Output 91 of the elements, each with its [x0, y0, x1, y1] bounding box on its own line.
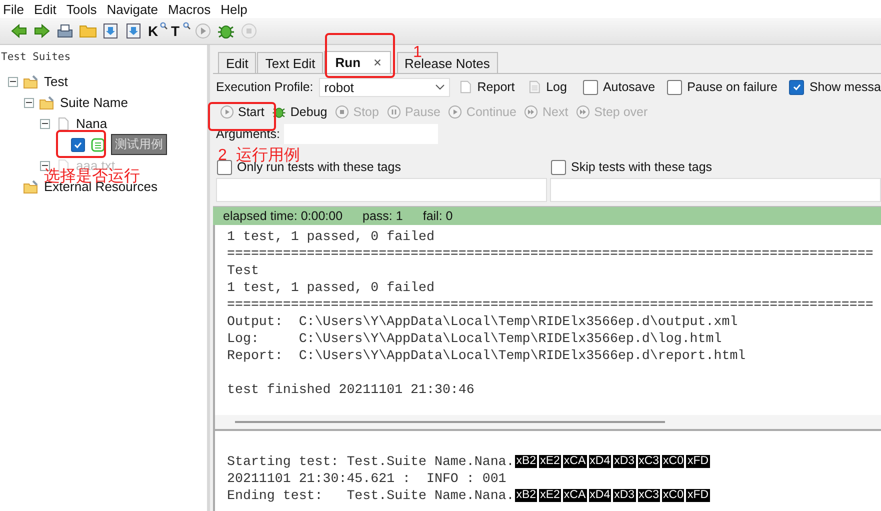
- tags-field[interactable]: [216, 178, 547, 202]
- menu-item[interactable]: Edit: [30, 2, 64, 16]
- expander[interactable]: [24, 98, 34, 108]
- message-line: Starting test: Test.Suite Name.Nana.: [227, 453, 514, 470]
- escape-byte: xB2: [514, 488, 538, 503]
- run-control-button[interactable]: Start: [220, 105, 264, 119]
- caret-icon: [434, 84, 445, 90]
- escape-byte: xD3: [612, 488, 637, 503]
- pause-icon: [386, 105, 401, 119]
- play-icon: [448, 105, 462, 119]
- fast-forward-icon: [524, 105, 538, 119]
- status-text: elapsed time: 0:00:00: [223, 209, 343, 223]
- tab[interactable]: Text Edit: [257, 52, 324, 73]
- output-line: Output: C:\Users\Y\AppData\Local\Temp\RIDElx3566ep.d\output.xml: [227, 313, 739, 330]
- output-line: Log: C:\Users\Y\AppData\Local\Temp\RIDElx3566ep.d\log.html: [227, 330, 723, 347]
- folder-wrench-icon: [23, 180, 39, 194]
- menu-item[interactable]: Help: [218, 2, 254, 16]
- folder-wrench-icon: [23, 74, 39, 88]
- message-line: 20211101 21:30:45.621 : INFO : 001: [227, 470, 506, 487]
- log-button[interactable]: Log: [546, 80, 567, 94]
- expander[interactable]: [40, 118, 50, 128]
- forward-arrow-icon[interactable]: [33, 22, 51, 40]
- back-arrow-icon[interactable]: [10, 22, 28, 40]
- escape-byte: xC3: [636, 488, 662, 503]
- stop-icon: [335, 105, 350, 119]
- tree-item[interactable]: Test: [44, 74, 68, 89]
- output-line: =================================================================================: [227, 296, 874, 313]
- output-line: Report: C:\Users\Y\AppData\Local\Temp\RIDElx3566ep.d\report.html: [227, 347, 747, 364]
- checkbox-label: Skip tests with these tags: [571, 160, 712, 174]
- profile-dropdown[interactable]: robot: [319, 78, 450, 96]
- panel-title: Test Suites: [1, 51, 72, 63]
- annotation-frame: [208, 102, 276, 131]
- escape-byte: xFD: [685, 454, 711, 469]
- output-line: Test: [227, 262, 260, 279]
- tab[interactable]: Run: [324, 51, 391, 73]
- menu-item[interactable]: Tools: [63, 2, 104, 16]
- check-icon: [73, 140, 83, 150]
- checkbox-label: Autosave: [602, 80, 656, 94]
- escape-byte: xE2: [538, 454, 562, 469]
- escape-byte: xC3: [636, 454, 662, 469]
- checkbox[interactable]: [667, 80, 682, 94]
- fast-forward-icon: [576, 105, 590, 119]
- run-control-button[interactable]: Debug: [272, 105, 328, 119]
- field-label: Execution Profile:: [216, 80, 314, 94]
- escape-byte: xCA: [562, 488, 588, 503]
- escape-byte: xCA: [562, 454, 588, 469]
- document-icon: [528, 80, 540, 94]
- status-text: pass: 1: [362, 209, 403, 223]
- escape-byte: xFD: [685, 488, 711, 503]
- play-icon[interactable]: [194, 22, 212, 40]
- check-icon: [792, 82, 802, 92]
- bug-icon: [272, 105, 286, 119]
- play-icon: [220, 105, 234, 119]
- test-case-icon: [90, 138, 106, 152]
- escape-byte: xD4: [588, 454, 612, 469]
- tree-item[interactable]: Suite Name: [60, 95, 128, 110]
- output-line: =================================================================================: [227, 245, 874, 262]
- escape-byte: xD4: [588, 488, 612, 503]
- tags-field[interactable]: [550, 178, 881, 202]
- escape-byte: xE2: [538, 488, 562, 503]
- annotation-frame: [56, 130, 106, 158]
- expander[interactable]: [8, 76, 18, 86]
- tab[interactable]: Edit: [218, 52, 256, 73]
- folder-wrench-icon: [39, 96, 55, 110]
- escape-byte: xB2: [514, 454, 538, 469]
- output-line: 1 test, 1 passed, 0 failed: [227, 279, 436, 296]
- tray-icon[interactable]: [56, 22, 74, 40]
- output-line: test finished 20211101 21:30:46: [227, 381, 476, 398]
- scrollbar-thumb[interactable]: [235, 421, 665, 423]
- output-line: 1 test, 1 passed, 0 failed: [227, 228, 436, 245]
- checkbox[interactable]: [582, 80, 598, 94]
- tree-item[interactable]: Nana: [76, 116, 108, 131]
- checkbox[interactable]: [217, 160, 232, 174]
- menu-item[interactable]: Macros: [165, 2, 218, 16]
- document-icon: [460, 80, 472, 94]
- checkbox[interactable]: [789, 80, 804, 94]
- escape-byte: xC0: [661, 454, 686, 469]
- message-line: Ending test: Test.Suite Name.Nana.: [227, 487, 514, 504]
- checkbox-label: Show messa: [809, 80, 881, 94]
- escape-byte: xC0: [661, 488, 686, 503]
- checkbox[interactable]: [551, 160, 566, 174]
- annotation-frame: [325, 33, 395, 78]
- escape-byte: xD3: [612, 454, 637, 469]
- field-label: Arguments:: [216, 127, 280, 141]
- report-button[interactable]: Report: [477, 80, 515, 94]
- status-text: fail: 0: [422, 209, 453, 223]
- checkbox[interactable]: [71, 138, 85, 152]
- menu-item[interactable]: Navigate: [104, 2, 166, 16]
- menu-item[interactable]: File: [0, 2, 31, 16]
- close-icon[interactable]: [372, 58, 382, 67]
- checkbox-label: Pause on failure: [687, 80, 778, 94]
